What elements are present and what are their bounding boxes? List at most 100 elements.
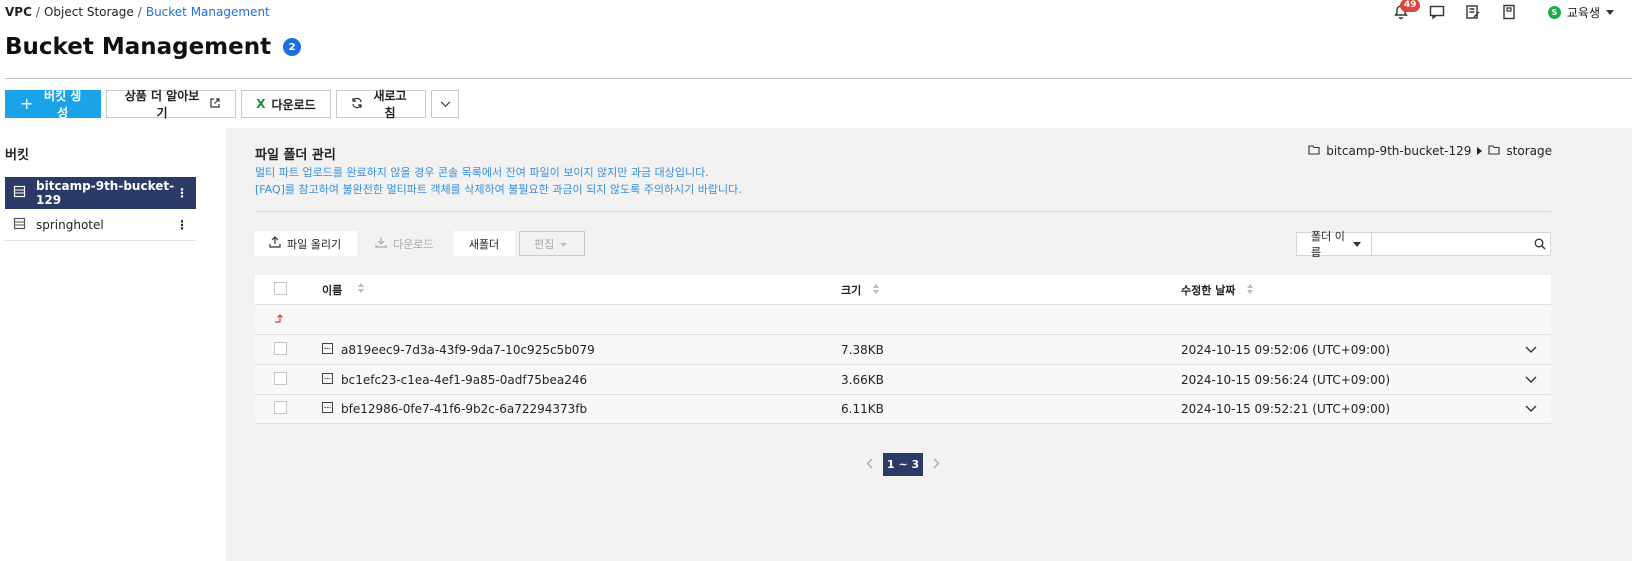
learn-more-label: 상품 더 알아보기	[124, 89, 200, 120]
file-icon	[322, 372, 333, 387]
parent-folder-row[interactable]	[255, 304, 1551, 334]
create-bucket-button[interactable]: + 버킷 생성	[5, 89, 101, 120]
search-select-value: 폴더 이름	[1311, 230, 1345, 259]
bucket-name: springhotel	[36, 217, 104, 232]
table-row[interactable]: bfe12986-0fe7-41f6-9b2c-6a72294373fb 6.1…	[255, 394, 1551, 424]
new-folder-label: 새폴더	[468, 237, 500, 251]
file-icon	[322, 402, 333, 416]
chat-icon[interactable]	[1428, 3, 1446, 21]
user-avatar: S	[1547, 5, 1561, 19]
sort-icon[interactable]	[1247, 284, 1254, 297]
file-name[interactable]: bfe12986-0fe7-41f6-9b2c-6a72294373fb	[341, 402, 587, 416]
kebab-menu-icon[interactable]: ⋮	[176, 218, 188, 232]
header-divider	[5, 78, 1632, 79]
more-actions-button[interactable]	[431, 90, 459, 118]
book-icon[interactable]	[1500, 3, 1518, 21]
sort-icon[interactable]	[358, 283, 365, 296]
bucket-sidebar: 버킷 bitcamp-9th-bucket-129 ⋮ springhotel …	[0, 128, 226, 561]
table-row[interactable]: a819eec9-7d3a-43f9-9da7-10c925c5b079 7.3…	[255, 334, 1551, 364]
new-folder-button[interactable]: 새폴더	[453, 231, 515, 256]
chevron-down-icon[interactable]	[1525, 373, 1537, 387]
notice-line-1: 멀티 파트 업로드를 완료하지 않을 경우 콘솔 목록에서 잔여 파일이 보이지…	[255, 166, 709, 179]
row-checkbox[interactable]	[274, 401, 287, 414]
header-actions: 49 S 교육생	[1392, 0, 1614, 21]
chevron-down-icon[interactable]	[1525, 402, 1537, 416]
search-icon[interactable]	[1529, 233, 1550, 255]
upload-label: 파일 올리기	[287, 237, 342, 251]
multipart-notice: 멀티 파트 업로드를 완료하지 않을 경우 콘솔 목록에서 잔여 파일이 보이지…	[255, 164, 742, 198]
file-name[interactable]: a819eec9-7d3a-43f9-9da7-10c925c5b079	[341, 343, 595, 357]
external-link-icon	[209, 97, 221, 112]
table-header: 이름 크기 수정한 날짜	[255, 275, 1551, 304]
file-icon	[322, 342, 333, 357]
search-field-select[interactable]: 폴더 이름	[1297, 230, 1373, 259]
row-checkbox[interactable]	[274, 341, 287, 355]
section-divider	[255, 211, 1551, 212]
select-all-checkbox[interactable]	[274, 281, 287, 295]
notice-line-2[interactable]: [FAQ]를 참고하여 불완전한 멀티파트 객체를 삭제하여 불필요한 과금이 …	[255, 181, 742, 198]
section-title: 파일 폴더 관리	[255, 148, 336, 163]
edit-note-icon[interactable]	[1464, 3, 1482, 21]
column-date[interactable]: 수정한 날짜	[1181, 282, 1511, 298]
bucket-icon	[13, 185, 26, 201]
bucket-item-bitcamp[interactable]: bitcamp-9th-bucket-129 ⋮	[5, 177, 196, 209]
parent-folder-icon[interactable]	[274, 313, 285, 327]
page-range[interactable]: 1 ~ 3	[883, 453, 924, 476]
download-icon	[375, 236, 387, 251]
file-date: 2024-10-15 09:52:21 (UTC+09:00)	[1181, 402, 1391, 416]
upload-icon	[269, 236, 281, 251]
sidebar-title: 버킷	[5, 148, 29, 163]
pagination: 1 ~ 3	[866, 453, 940, 476]
chevron-left-icon[interactable]	[866, 458, 873, 472]
edit-dropdown-button[interactable]: 편집	[519, 231, 585, 256]
path-bucket[interactable]: bitcamp-9th-bucket-129	[1326, 144, 1471, 158]
chevron-down-icon[interactable]	[1525, 343, 1537, 357]
upload-file-button[interactable]: 파일 올리기	[255, 231, 357, 256]
download-file-button[interactable]: 다운로드	[361, 231, 449, 256]
file-size: 7.38KB	[841, 342, 884, 357]
breadcrumb-object-storage[interactable]: Object Storage	[44, 5, 134, 19]
breadcrumb-vpc[interactable]: VPC	[5, 5, 32, 19]
table-row[interactable]: bc1efc23-c1ea-4ef1-9a85-0adf75bea246 3.6…	[255, 364, 1551, 394]
notification-badge: 49	[1399, 0, 1421, 12]
chevron-down-icon	[440, 97, 451, 111]
create-bucket-label: 버킷 생성	[44, 89, 82, 120]
breadcrumb-bucket-management[interactable]: Bucket Management	[146, 5, 270, 19]
chevron-right-icon[interactable]	[933, 458, 940, 472]
file-name[interactable]: bc1efc23-c1ea-4ef1-9a85-0adf75bea246	[341, 373, 587, 387]
column-name[interactable]: 이름	[322, 282, 841, 298]
path-arrow-icon	[1477, 147, 1483, 155]
download-file-label: 다운로드	[393, 237, 434, 251]
breadcrumb-separator: /	[35, 5, 40, 19]
refresh-button[interactable]: 새로고침	[336, 89, 426, 120]
sort-icon[interactable]	[873, 284, 880, 297]
bucket-list: bitcamp-9th-bucket-129 ⋮ springhotel ⋮	[5, 177, 196, 241]
refresh-icon	[351, 97, 363, 112]
bucket-item-springhotel[interactable]: springhotel ⋮	[5, 209, 196, 241]
row-checkbox[interactable]	[274, 371, 287, 385]
column-size-label: 크기	[841, 283, 862, 297]
path-folder[interactable]: storage	[1506, 144, 1552, 158]
column-size[interactable]: 크기	[841, 282, 1181, 298]
file-folder-panel: 파일 폴더 관리 멀티 파트 업로드를 완료하지 않을 경우 콘솔 목록에서 잔…	[226, 128, 1632, 561]
page-title: Bucket Management 2	[5, 34, 302, 60]
breadcrumb: VPC / Object Storage / Bucket Management	[5, 5, 270, 19]
user-menu[interactable]: S 교육생	[1547, 4, 1614, 21]
file-date: 2024-10-15 09:56:24 (UTC+09:00)	[1181, 372, 1391, 387]
excel-download-button[interactable]: X 다운로드	[241, 90, 331, 118]
file-date: 2024-10-15 09:52:06 (UTC+09:00)	[1181, 342, 1391, 357]
folder-icon	[1488, 144, 1500, 158]
refresh-label: 새로고침	[373, 89, 407, 120]
bell-icon[interactable]: 49	[1392, 0, 1421, 21]
column-name-label: 이름	[322, 283, 343, 297]
search-input[interactable]	[1372, 233, 1530, 255]
breadcrumb-separator: /	[137, 5, 142, 19]
file-size: 6.11KB	[841, 402, 884, 416]
learn-more-button[interactable]: 상품 더 알아보기	[106, 89, 236, 120]
folder-search: 폴더 이름	[1296, 230, 1551, 259]
caret-down-icon	[1353, 241, 1362, 247]
toolbar: + 버킷 생성 상품 더 알아보기 X 다운로드 새로고침	[5, 89, 459, 120]
title-count-badge: 2	[283, 38, 302, 56]
bucket-icon	[13, 217, 26, 233]
kebab-menu-icon[interactable]: ⋮	[176, 186, 188, 200]
